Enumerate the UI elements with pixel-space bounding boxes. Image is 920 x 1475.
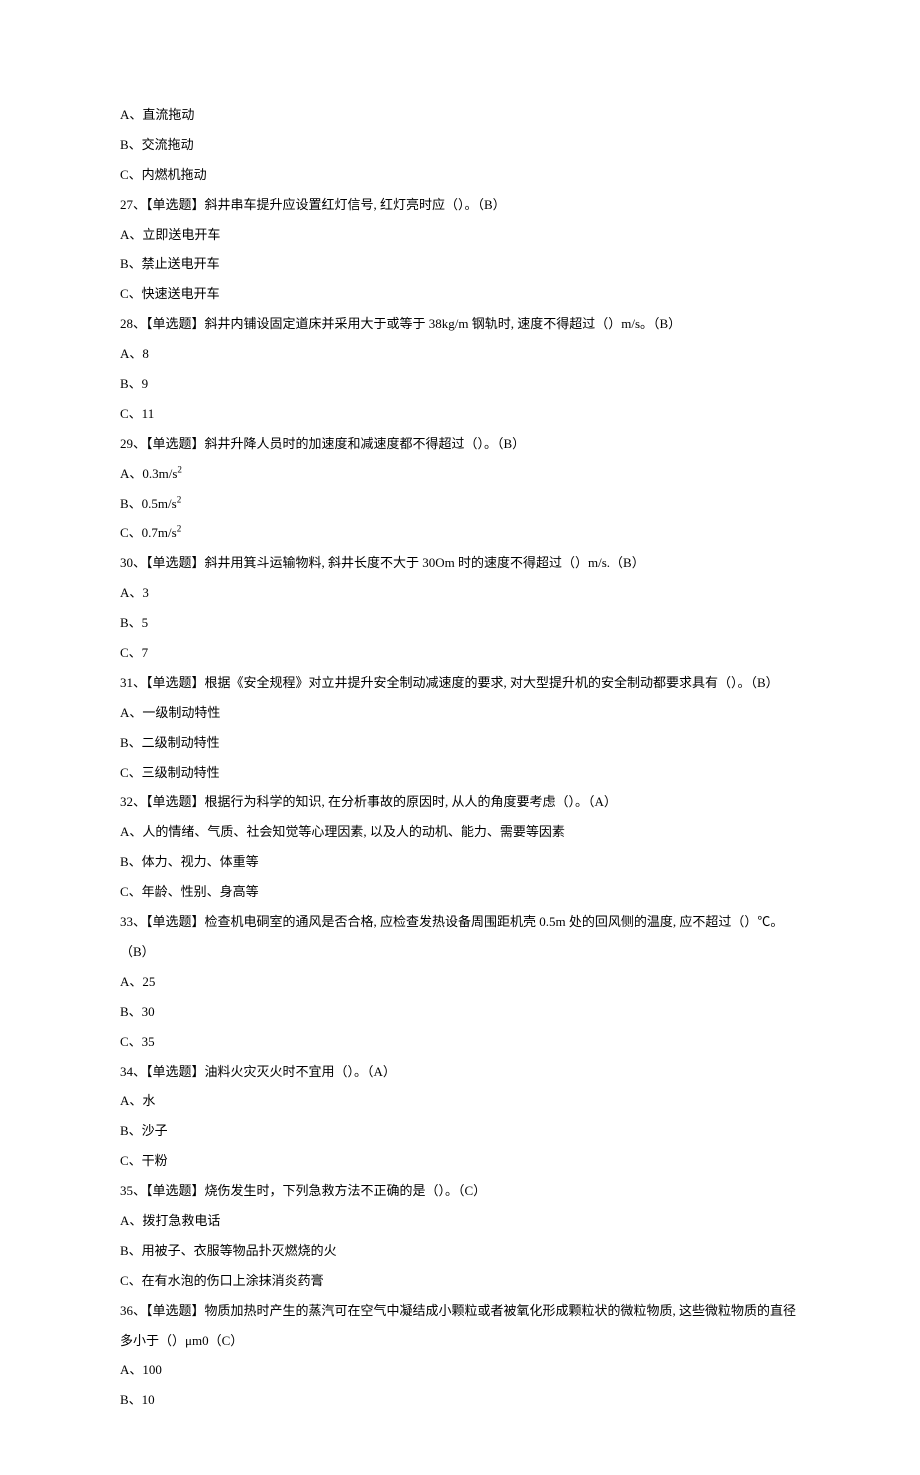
document-line: 35、【单选题】烧伤发生时，下列急救方法不正确的是（）。（C）	[120, 1176, 800, 1206]
document-line: A、立即送电开车	[120, 220, 800, 250]
document-line: B、用被子、衣服等物品扑灭燃烧的火	[120, 1236, 800, 1266]
document-line: A、8	[120, 339, 800, 369]
document-line: A、水	[120, 1086, 800, 1116]
document-line: A、拨打急救电话	[120, 1206, 800, 1236]
document-line: C、35	[120, 1027, 800, 1057]
document-line: B、交流拖动	[120, 130, 800, 160]
document-line: 34、【单选题】油料火灾灭火时不宜用（）。（A）	[120, 1057, 800, 1087]
document-line: A、人的情绪、气质、社会知觉等心理因素, 以及人的动机、能力、需要等因素	[120, 817, 800, 847]
document-line: C、内燃机拖动	[120, 160, 800, 190]
document-line: B、禁止送电开车	[120, 249, 800, 279]
document-line: C、干粉	[120, 1146, 800, 1176]
document-line: A、3	[120, 578, 800, 608]
document-line: A、一级制动特性	[120, 698, 800, 728]
document-line: C、在有水泡的伤口上涂抹消炎药膏	[120, 1266, 800, 1296]
document-line: A、0.3m/s2	[120, 459, 800, 489]
document-line: B、5	[120, 608, 800, 638]
document-line: B、30	[120, 997, 800, 1027]
document-line: B、体力、视力、体重等	[120, 847, 800, 877]
document-line: B、9	[120, 369, 800, 399]
document-line: 28、【单选题】斜井内铺设固定道床并采用大于或等于 38kg/m 钢轨时, 速度…	[120, 309, 800, 339]
document-line: 36、【单选题】物质加热时产生的蒸汽可在空气中凝结成小颗粒或者被氧化形成颗粒状的…	[120, 1296, 800, 1356]
document-line: B、二级制动特性	[120, 728, 800, 758]
document-line: C、0.7m/s2	[120, 518, 800, 548]
document-line: 27、【单选题】斜井串车提升应设置红灯信号, 红灯亮时应（）。（B）	[120, 190, 800, 220]
document-line: C、7	[120, 638, 800, 668]
document-line: C、年龄、性别、身高等	[120, 877, 800, 907]
document-line: C、快速送电开车	[120, 279, 800, 309]
document-line: C、11	[120, 399, 800, 429]
document-line: B、10	[120, 1385, 800, 1415]
document-line: 33、【单选题】检查机电硐室的通风是否合格, 应检查发热设备周围距机壳 0.5m…	[120, 907, 800, 967]
document-line: A、直流拖动	[120, 100, 800, 130]
document-line: 32、【单选题】根据行为科学的知识, 在分析事故的原因时, 从人的角度要考虑（）…	[120, 787, 800, 817]
document-line: A、100	[120, 1355, 800, 1385]
document-line: B、0.5m/s2	[120, 489, 800, 519]
document-line: A、25	[120, 967, 800, 997]
document-line: C、三级制动特性	[120, 758, 800, 788]
document-line: 29、【单选题】斜井升降人员时的加速度和减速度都不得超过（）。（B）	[120, 429, 800, 459]
document-line: 31、【单选题】根据《安全规程》对立井提升安全制动减速度的要求, 对大型提升机的…	[120, 668, 800, 698]
document-line: 30、【单选题】斜井用箕斗运输物料, 斜井长度不大于 30Om 时的速度不得超过…	[120, 548, 800, 578]
document-line: B、沙子	[120, 1116, 800, 1146]
